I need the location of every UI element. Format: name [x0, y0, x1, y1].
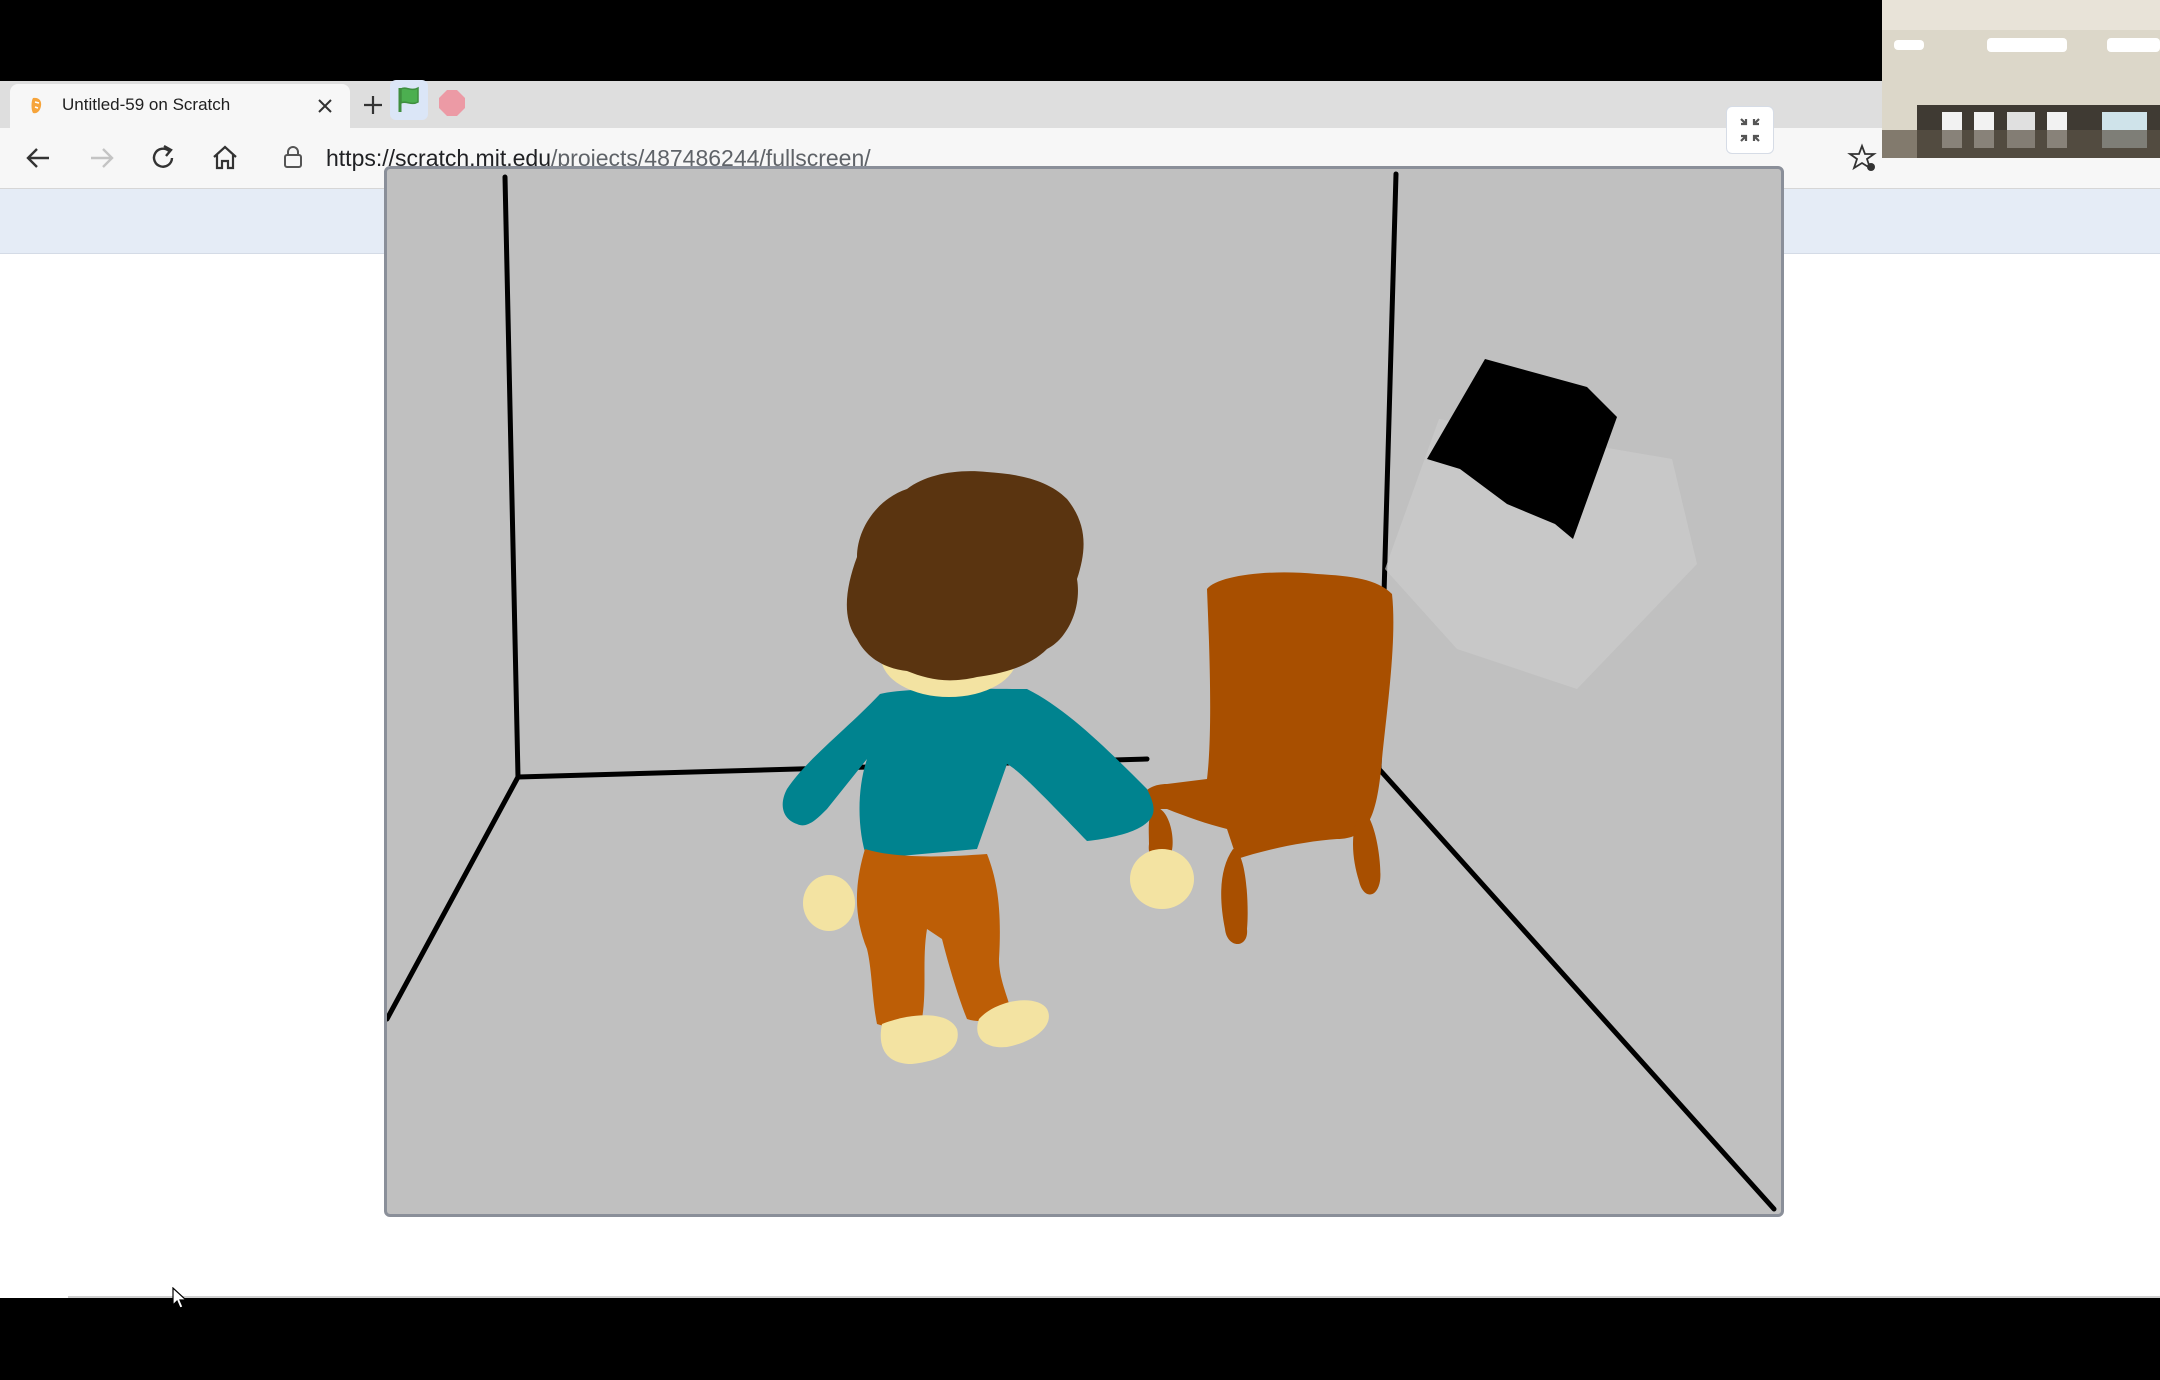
screen-bottom-divider — [68, 1296, 2160, 1298]
mouse-cursor-icon — [172, 1287, 188, 1309]
scratch-cat-icon — [31, 97, 42, 114]
tab-strip: Untitled-59 on Scratch — [0, 81, 2160, 128]
tab-title: Untitled-59 on Scratch — [62, 95, 231, 114]
browser-tab[interactable]: Untitled-59 on Scratch — [10, 84, 350, 128]
back-arrow-icon[interactable] — [21, 140, 57, 176]
plus-icon[interactable] — [356, 88, 390, 122]
screen: Untitled-59 on Scratch https://scratch.m… — [0, 0, 2160, 1380]
home-icon[interactable] — [207, 140, 243, 176]
exit-fullscreen-button[interactable] — [1726, 106, 1774, 154]
character — [782, 471, 1194, 1064]
window — [1385, 359, 1697, 689]
stop-icon[interactable] — [438, 89, 466, 117]
lock-icon[interactable] — [282, 145, 304, 169]
webcam-image — [1882, 0, 2160, 158]
room-corner-lines — [387, 171, 1777, 1212]
green-flag-icon — [398, 86, 419, 112]
green-flag-button[interactable] — [390, 80, 428, 120]
webcam-overlay — [1882, 0, 2160, 158]
letterbox-top — [0, 0, 2160, 81]
exit-fullscreen-icon — [1740, 118, 1760, 142]
forward-arrow-icon[interactable] — [83, 140, 119, 176]
reload-icon[interactable] — [145, 140, 181, 176]
stage[interactable] — [384, 166, 1784, 1217]
stage-scene — [387, 171, 1777, 1212]
favorite-star-icon[interactable] — [1844, 140, 1880, 176]
close-icon[interactable] — [310, 91, 340, 121]
